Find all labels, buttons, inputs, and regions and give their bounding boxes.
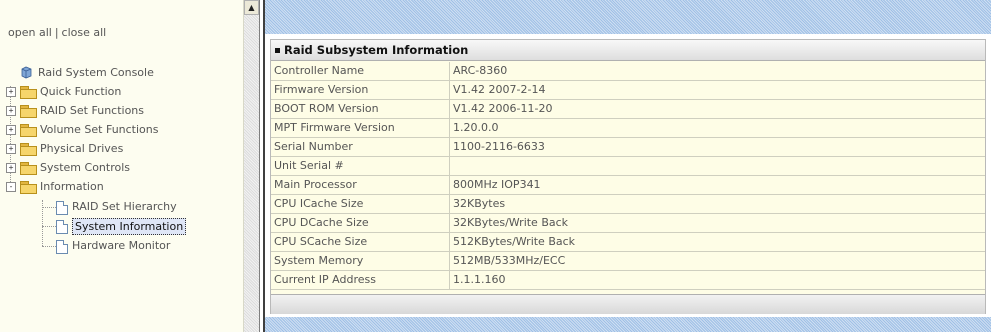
row-value: V1.42 2006-11-20 bbox=[449, 99, 985, 119]
row-key: Serial Number bbox=[271, 137, 450, 157]
raid-console-icon bbox=[21, 66, 32, 79]
tree-item-label: Physical Drives bbox=[40, 142, 124, 155]
plus-box-icon[interactable]: + bbox=[6, 144, 16, 154]
panel-title-text: Raid Subsystem Information bbox=[284, 43, 469, 57]
frame-scrollbar-track[interactable] bbox=[244, 0, 259, 332]
row-key: CPU DCache Size bbox=[271, 213, 450, 233]
page-icon bbox=[56, 220, 68, 234]
row-value: 1.1.1.160 bbox=[449, 270, 985, 290]
tree-item-label: Quick Function bbox=[40, 85, 122, 98]
tree-item-label: System Controls bbox=[40, 161, 131, 174]
tree-item-raid-set-hierarchy[interactable]: RAID Set Hierarchy bbox=[6, 198, 226, 216]
folder-icon bbox=[20, 105, 37, 118]
plus-box-icon[interactable]: + bbox=[6, 106, 16, 116]
raid-subsystem-info-panel: Raid Subsystem Information Controller Na… bbox=[270, 39, 986, 314]
folder-icon bbox=[20, 86, 37, 99]
row-key: Firmware Version bbox=[271, 80, 450, 100]
folder-icon bbox=[20, 162, 37, 175]
row-value: ARC-8360 bbox=[449, 62, 985, 81]
tree-connector-line bbox=[42, 207, 56, 208]
header-pattern-bar bbox=[265, 0, 991, 34]
row-value: 800MHz IOP341 bbox=[449, 175, 985, 195]
link-separator: | bbox=[54, 26, 59, 39]
tree-item-hardware-monitor[interactable]: Hardware Monitor bbox=[6, 237, 226, 255]
content-frame: Raid Subsystem Information Controller Na… bbox=[265, 0, 991, 332]
row-value: 512KBytes/Write Back bbox=[449, 232, 985, 252]
tree-root-raid-system-console[interactable]: Raid System Console bbox=[6, 64, 206, 82]
tree-item-system-controls[interactable]: + System Controls bbox=[6, 159, 206, 177]
tree-item-volume-set-functions[interactable]: + Volume Set Functions bbox=[6, 121, 206, 139]
tree-item-label: RAID Set Functions bbox=[40, 104, 145, 117]
bullet-icon bbox=[275, 47, 280, 53]
table-row: System Memory 512MB/533MHz/ECC bbox=[271, 251, 985, 271]
table-row: CPU ICache Size 32KBytes bbox=[271, 194, 985, 214]
scroll-up-arrow-icon[interactable]: ▲ bbox=[244, 0, 259, 15]
page-icon bbox=[56, 240, 68, 254]
footer-pattern-bar bbox=[265, 317, 991, 332]
row-value: 512MB/533MHz/ECC bbox=[449, 251, 985, 271]
plus-box-icon[interactable]: + bbox=[6, 125, 16, 135]
open-all-link[interactable]: open all bbox=[8, 26, 52, 39]
table-row: Unit Serial # bbox=[271, 156, 985, 176]
row-value: 32KBytes bbox=[449, 194, 985, 214]
folder-icon bbox=[20, 143, 37, 156]
open-close-links: open all | close all bbox=[8, 26, 106, 39]
row-value: 1100-2116-6633 bbox=[449, 137, 985, 157]
tree-item-label: RAID Set Hierarchy bbox=[72, 200, 177, 213]
tree-item-label: Volume Set Functions bbox=[40, 123, 159, 136]
tree-item-label: Hardware Monitor bbox=[72, 239, 171, 252]
folder-icon bbox=[20, 124, 37, 137]
table-row: Current IP Address 1.1.1.160 bbox=[271, 270, 985, 290]
tree-item-raid-set-functions[interactable]: + RAID Set Functions bbox=[6, 102, 206, 120]
info-table: Controller Name ARC-8360 Firmware Version… bbox=[271, 62, 985, 290]
navigation-frame: open all | close all Raid System Console +… bbox=[0, 0, 244, 332]
row-key: MPT Firmware Version bbox=[271, 118, 450, 138]
row-value bbox=[449, 156, 985, 176]
page-icon bbox=[56, 201, 68, 215]
tree-item-information[interactable]: - Information bbox=[6, 178, 206, 196]
panel-title: Raid Subsystem Information bbox=[271, 40, 985, 61]
row-key: BOOT ROM Version bbox=[271, 99, 450, 119]
table-row: Serial Number 1100-2116-6633 bbox=[271, 137, 985, 157]
tree-item-system-information[interactable]: System Information bbox=[6, 217, 226, 235]
tree-root-label: Raid System Console bbox=[38, 66, 154, 79]
row-key: CPU SCache Size bbox=[271, 232, 450, 252]
row-value: V1.42 2007-2-14 bbox=[449, 80, 985, 100]
close-all-link[interactable]: close all bbox=[62, 26, 107, 39]
tree-item-quick-function[interactable]: + Quick Function bbox=[6, 83, 206, 101]
row-value: 1.20.0.0 bbox=[449, 118, 985, 138]
tree-item-label: Information bbox=[40, 180, 104, 193]
row-key: System Memory bbox=[271, 251, 450, 271]
row-key: Current IP Address bbox=[271, 270, 450, 290]
table-row: Main Processor 800MHz IOP341 bbox=[271, 175, 985, 195]
row-key: CPU ICache Size bbox=[271, 194, 450, 214]
minus-box-icon[interactable]: - bbox=[6, 182, 16, 192]
row-key: Controller Name bbox=[271, 62, 450, 81]
table-row: Controller Name ARC-8360 bbox=[271, 62, 985, 81]
plus-box-icon[interactable]: + bbox=[6, 87, 16, 97]
tree-item-label-selected: System Information bbox=[72, 218, 187, 235]
tree-item-physical-drives[interactable]: + Physical Drives bbox=[6, 140, 206, 158]
tree-connector-line bbox=[42, 246, 56, 247]
open-folder-icon bbox=[20, 181, 37, 194]
plus-box-icon[interactable]: + bbox=[6, 163, 16, 173]
table-row: BOOT ROM Version V1.42 2006-11-20 bbox=[271, 99, 985, 119]
table-row: Firmware Version V1.42 2007-2-14 bbox=[271, 80, 985, 100]
table-row: CPU DCache Size 32KBytes/Write Back bbox=[271, 213, 985, 233]
table-row: CPU SCache Size 512KBytes/Write Back bbox=[271, 232, 985, 252]
row-key: Unit Serial # bbox=[271, 156, 450, 176]
table-row: MPT Firmware Version 1.20.0.0 bbox=[271, 118, 985, 138]
tree-connector-line bbox=[42, 226, 56, 227]
row-key: Main Processor bbox=[271, 175, 450, 195]
panel-footer bbox=[271, 294, 985, 314]
row-value: 32KBytes/Write Back bbox=[449, 213, 985, 233]
